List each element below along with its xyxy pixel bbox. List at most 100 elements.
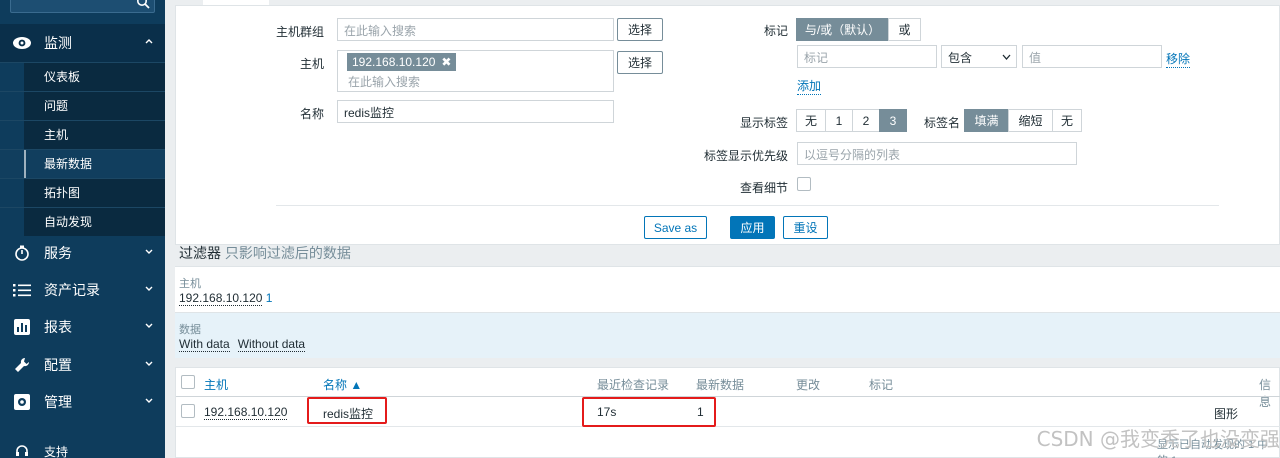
subfilter-with-data[interactable]: With data (179, 337, 230, 352)
host-groups-label: 主机群组 (275, 25, 324, 39)
remove-tag-link[interactable]: 移除 (1166, 50, 1191, 68)
tag-priority-input[interactable]: 以逗号分隔的列表 (797, 142, 1077, 165)
search-icon[interactable] (136, 0, 150, 9)
chevron-down-icon (1002, 54, 1011, 60)
tag-name-toggle: 填满 缩短 无 (964, 109, 1082, 132)
host-chip[interactable]: 192.168.10.120 ✖ (347, 53, 457, 71)
col-header-tags: 标记 (869, 378, 894, 392)
menu-label: 配置 (44, 357, 72, 373)
col-header-last-check: 最近检查记录 (597, 378, 670, 392)
save-as-button[interactable]: Save as (644, 216, 707, 239)
submenu-problems[interactable]: 问题 (0, 91, 165, 120)
menu-inventory[interactable]: 资产记录 (0, 271, 165, 309)
apply-button[interactable]: 应用 (730, 216, 775, 239)
show-details-label: 查看细节 (739, 181, 788, 195)
show-tags-3[interactable]: 3 (879, 109, 907, 132)
close-icon[interactable]: ✖ (441, 55, 451, 69)
eye-icon (12, 33, 32, 53)
menu-label: 资产记录 (44, 282, 100, 298)
select-all-checkbox[interactable] (181, 375, 195, 389)
headset-icon (12, 441, 32, 458)
tags-mode-or[interactable]: 或 (888, 18, 921, 41)
menu-support[interactable]: 支持 (0, 432, 165, 458)
highlight-values (582, 397, 716, 427)
main-content: 主机群组 在此输入搜索 选择 主机 192.168.10.120 ✖ 在此输入搜索… (165, 0, 1280, 458)
row-graph-link[interactable]: 图形 (1214, 405, 1238, 422)
subfilter-hosts: 主机 192.168.10.120 1 (175, 266, 1280, 312)
menu-label: 服务 (44, 245, 72, 261)
host-groups-select-button[interactable]: 选择 (617, 18, 663, 41)
submenu-hosts[interactable]: 主机 (0, 120, 165, 149)
show-tags-2[interactable]: 2 (852, 109, 880, 132)
submenu-dashboard[interactable]: 仪表板 (0, 62, 165, 91)
filter-panel: 主机群组 在此输入搜索 选择 主机 192.168.10.120 ✖ 在此输入搜索… (175, 5, 1280, 245)
wrench-icon (12, 355, 32, 375)
bar-chart-icon (12, 317, 32, 337)
tag-name-label: 标签名 (923, 116, 960, 130)
gear-icon (12, 392, 32, 412)
name-label: 名称 (299, 107, 324, 121)
menu-label: 报表 (44, 319, 72, 335)
submenu-discovery[interactable]: 自动发现 (0, 207, 165, 236)
tag-name-full[interactable]: 填满 (964, 109, 1009, 132)
menu-label: 监测 (44, 35, 72, 51)
chevron-down-icon (145, 286, 153, 291)
highlight-name (307, 397, 387, 424)
divider (276, 205, 1219, 206)
subfilter-title: 过滤器 只影响过滤后的数据 (179, 245, 351, 261)
sidebar-search-input[interactable] (10, 0, 155, 13)
add-tag-link[interactable]: 添加 (797, 77, 822, 95)
tag-priority-label: 标签显示优先级 (703, 149, 788, 163)
menu-services[interactable]: 服务 (0, 234, 165, 272)
menu-label: 管理 (44, 394, 72, 410)
col-header-info: 信息 (1259, 378, 1272, 409)
tags-label: 标记 (763, 24, 788, 38)
reset-button[interactable]: 重设 (783, 216, 828, 239)
chevron-down-icon (145, 398, 153, 403)
menu-administration[interactable]: 管理 (0, 383, 165, 421)
col-header-host[interactable]: 主机 (204, 376, 228, 393)
list-icon (12, 280, 32, 300)
submenu: 仪表板 问题 主机 最新数据 拓扑图 自动发现 (0, 62, 165, 236)
chevron-down-icon (145, 361, 153, 366)
name-input[interactable]: redis监控 (337, 100, 614, 123)
col-header-name[interactable]: 名称 ▲ (323, 376, 362, 393)
subfilter-host-value[interactable]: 192.168.10.120 (179, 291, 263, 306)
submenu-maps[interactable]: 拓扑图 (0, 178, 165, 207)
row-host[interactable]: 192.168.10.120 (204, 405, 288, 420)
submenu-latest-data[interactable]: 最新数据 (0, 149, 165, 179)
show-tags-1[interactable]: 1 (825, 109, 853, 132)
show-details-checkbox[interactable] (797, 177, 811, 191)
hosts-select-button[interactable]: 选择 (617, 51, 663, 74)
show-tags-toggle: 无 1 2 3 (796, 109, 907, 132)
show-tags-label: 显示标签 (739, 116, 788, 130)
menu-reports[interactable]: 报表 (0, 308, 165, 346)
show-tags-none[interactable]: 无 (796, 109, 826, 132)
subfilter-without-data[interactable]: Without data (237, 337, 306, 352)
col-header-last-value: 最新数据 (696, 378, 745, 392)
tag-value-input[interactable]: 值 (1022, 45, 1162, 68)
sidebar: 监测 仪表板 问题 主机 最新数据 拓扑图 自动发现 服务 资产记录 报表 配置… (0, 0, 165, 458)
watermark: CSDN @我变秃了也没变强 (1036, 427, 1280, 451)
clock-icon (12, 243, 32, 263)
hosts-placeholder: 在此输入搜索 (348, 75, 421, 89)
menu-monitoring[interactable]: 监测 (0, 24, 165, 62)
subfilter-data-label: 数据 (179, 324, 201, 336)
tag-name-short[interactable]: 缩短 (1008, 109, 1053, 132)
chevron-down-icon (145, 249, 153, 254)
subfilter-data: 数据 With data Without data (175, 312, 1280, 358)
tags-mode-and-or[interactable]: 与/或（默认） (796, 18, 889, 41)
subfilter-hosts-label: 主机 (179, 278, 201, 290)
tags-mode-toggle: 与/或（默认） 或 (796, 18, 921, 41)
tag-name-input[interactable]: 标记 (797, 45, 937, 68)
tag-name-none[interactable]: 无 (1052, 109, 1082, 132)
hosts-label: 主机 (299, 57, 324, 71)
row-checkbox[interactable] (181, 404, 195, 418)
chevron-down-icon (145, 323, 153, 328)
menu-configuration[interactable]: 配置 (0, 346, 165, 384)
tag-operator-select[interactable]: 包含 (941, 45, 1017, 68)
menu-label: 支持 (44, 444, 69, 458)
host-groups-input[interactable]: 在此输入搜索 (337, 18, 614, 41)
col-header-change: 更改 (796, 378, 821, 392)
subfilter-host-count: 1 (265, 291, 273, 305)
